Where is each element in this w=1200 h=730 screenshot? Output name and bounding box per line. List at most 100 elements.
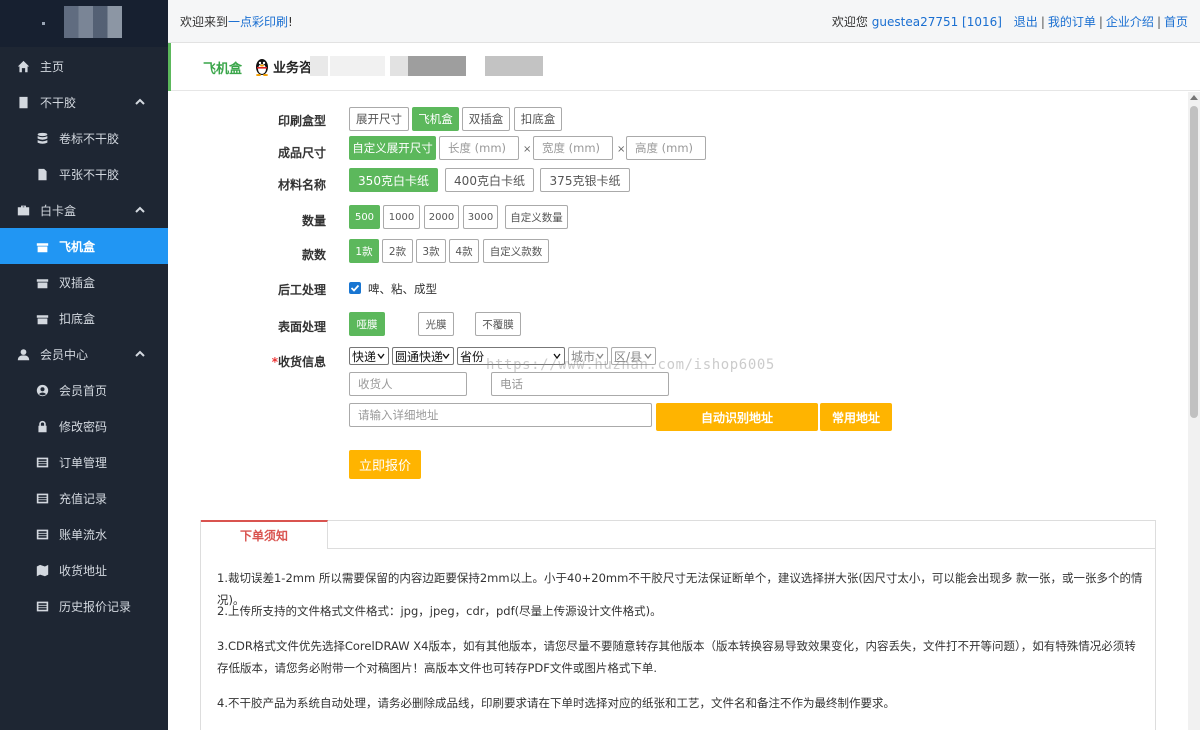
site-name-link[interactable]: 一点彩印刷 (228, 15, 288, 29)
auto-detect-address-button[interactable]: 自动识别地址 (656, 403, 818, 431)
chevron-up-icon (134, 348, 146, 360)
box-type-option-double-tuck[interactable]: 双插盒 (462, 107, 510, 131)
sidebar-item-lock-bottom-box[interactable]: 扣底盒 (0, 300, 168, 336)
sidebar-item-double-tuck-box[interactable]: 双插盒 (0, 264, 168, 300)
list-icon (35, 455, 49, 469)
welcome-text: 欢迎来到一点彩印刷! (180, 14, 293, 29)
sidebar-item-recharge[interactable]: 充值记录 (0, 480, 168, 516)
shipping-method-select[interactable]: 快递 (349, 347, 389, 365)
box-type-option-expanded[interactable]: 展开尺寸 (349, 107, 409, 131)
user-icon (16, 347, 30, 361)
quantity-option-3000[interactable]: 3000 (463, 205, 498, 229)
sidebar-group-white-box[interactable]: 白卡盒 (0, 192, 168, 228)
lock-icon (35, 419, 49, 433)
sidebar-item-label: 收货地址 (59, 563, 108, 578)
styles-option-1[interactable]: 1款 (349, 239, 379, 263)
material-label: 材料名称 (277, 178, 326, 192)
sidebar-item-change-password[interactable]: 修改密码 (0, 408, 168, 444)
top-bar: 欢迎来到一点彩印刷! 欢迎您 guestea27751 [1016] 退出 | 我的… (168, 0, 1200, 43)
quote-form: 印刷盒型 展开尺寸 飞机盒 双插盒 扣底盒 成品尺寸 自定义展开尺寸 长度 (m… (168, 92, 1188, 730)
sidebar-item-addresses[interactable]: 收货地址 (0, 552, 168, 588)
surface-option-glossy[interactable]: 光膜 (418, 312, 454, 336)
chevron-up-icon (134, 96, 146, 108)
surface-option-none[interactable]: 不覆膜 (475, 312, 521, 336)
sidebar-item-label: 平张不干胶 (59, 167, 120, 182)
sidebar-item-airplane-box[interactable]: 飞机盒 (0, 228, 168, 264)
post-process-checkbox[interactable] (349, 282, 361, 294)
file-icon (35, 167, 49, 181)
get-quote-button[interactable]: 立即报价 (349, 450, 421, 479)
box-icon (35, 239, 49, 253)
length-input[interactable]: 长度 (mm) (439, 136, 519, 160)
styles-option-3[interactable]: 3款 (416, 239, 446, 263)
sidebar-item-label: 白卡盒 (40, 203, 77, 218)
material-option-400[interactable]: 400克白卡纸 (445, 168, 534, 192)
sidebar-item-quote-history[interactable]: 历史报价记录 (0, 588, 168, 624)
logout-link[interactable]: 退出 (1014, 15, 1038, 29)
shipping-label: *收货信息 (271, 355, 326, 369)
notice-line-2: 2.上传所支持的文件格式文件格式：jpg，jpeg，cdr，pdf(尽量上传源设… (217, 604, 662, 618)
sidebar-item-home[interactable]: 主页 (0, 48, 168, 84)
box-icon (35, 275, 49, 289)
box-icon (35, 311, 49, 325)
notice-line-4: 4.不干胶产品为系统自动处理，请务必删除成品线，印刷要求请在下单时选择对应的纸张… (217, 696, 895, 710)
list-icon (35, 599, 49, 613)
page-title: 飞机盒 (203, 62, 243, 77)
width-input[interactable]: 宽度 (mm) (533, 136, 613, 160)
my-orders-link[interactable]: 我的订单 (1048, 15, 1096, 29)
home-link[interactable]: 首页 (1164, 15, 1188, 29)
quantity-option-500[interactable]: 500 (349, 205, 380, 229)
logo[interactable] (0, 0, 168, 47)
sidebar-item-orders[interactable]: 订单管理 (0, 444, 168, 480)
styles-option-custom[interactable]: 自定义款数 (483, 239, 549, 263)
sidebar-group-stickers[interactable]: 不干胶 (0, 84, 168, 120)
redacted-contact (310, 56, 550, 76)
address-input[interactable]: 请输入详细地址 (349, 403, 652, 427)
phone-input[interactable]: 电话 (491, 372, 669, 396)
sidebar-group-member[interactable]: 会员中心 (0, 336, 168, 372)
sidebar-item-billing[interactable]: 账单流水 (0, 516, 168, 552)
custom-size-button[interactable]: 自定义展开尺寸 (349, 136, 436, 160)
material-option-375-silver[interactable]: 375克银卡纸 (540, 168, 630, 192)
box-type-option-lock-bottom[interactable]: 扣底盒 (514, 107, 562, 131)
sidebar-item-label: 历史报价记录 (59, 599, 132, 614)
home-icon (16, 59, 30, 73)
watermark: https://www.huzhan.com/ishop6005 (486, 357, 775, 373)
company-link[interactable]: 企业介绍 (1106, 15, 1154, 29)
styles-option-2[interactable]: 2款 (382, 239, 413, 263)
height-input[interactable]: 高度 (mm) (626, 136, 706, 160)
material-option-350[interactable]: 350克白卡纸 (349, 168, 438, 192)
styles-label: 款数 (301, 248, 326, 262)
styles-option-4[interactable]: 4款 (449, 239, 479, 263)
user-circle-icon (35, 383, 49, 397)
quantity-option-custom[interactable]: 自定义数量 (505, 205, 568, 229)
sidebar-item-label: 扣底盒 (59, 311, 96, 326)
notice-line-3: 3.CDR格式文件优先选择CorelDRAW X4版本，如有其他版本，请您尽量不… (217, 639, 1136, 675)
quantity-option-1000[interactable]: 1000 (383, 205, 420, 229)
sidebar-item-flat-stickers[interactable]: 平张不干胶 (0, 156, 168, 192)
sidebar-item-label: 账单流水 (59, 527, 108, 542)
sidebar-item-label: 订单管理 (59, 455, 108, 470)
common-address-button[interactable]: 常用地址 (820, 403, 892, 431)
list-icon (35, 491, 49, 505)
page-scrollbar[interactable] (1188, 92, 1200, 730)
surface-option-matte[interactable]: 哑膜 (349, 312, 385, 336)
sidebar-item-roll-stickers[interactable]: 卷标不干胶 (0, 120, 168, 156)
sidebar-item-member-home[interactable]: 会员首页 (0, 372, 168, 408)
scroll-up-arrow-icon[interactable] (1190, 95, 1198, 100)
chevron-down-icon (377, 353, 385, 360)
sidebar-item-label: 不干胶 (40, 95, 77, 110)
tab-order-notice[interactable]: 下单须知 (201, 520, 328, 549)
scrollbar-thumb[interactable] (1190, 106, 1198, 418)
username-link[interactable]: guestea27751 [1016] (872, 15, 1002, 29)
sidebar-item-label: 充值记录 (59, 491, 108, 506)
surface-label: 表面处理 (277, 320, 326, 334)
quantity-option-2000[interactable]: 2000 (424, 205, 459, 229)
receiver-input[interactable]: 收货人 (349, 372, 467, 396)
box-type-option-airplane[interactable]: 飞机盒 (412, 107, 459, 131)
sidebar-item-label: 双插盒 (59, 275, 96, 290)
sidebar: 主页 不干胶 卷标不干胶 平张不干胶 白卡盒 飞机盒 双插盒 扣底盒 会员中心 … (0, 0, 168, 730)
carrier-select[interactable]: 圆通快递 (392, 347, 454, 365)
qq-consult[interactable]: 业务咨 (254, 57, 312, 76)
quantity-label: 数量 (301, 214, 326, 228)
